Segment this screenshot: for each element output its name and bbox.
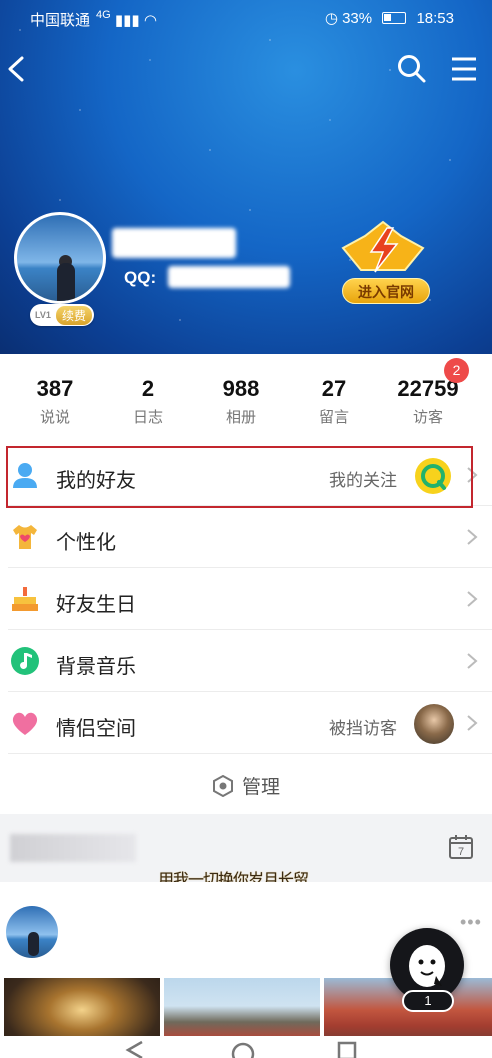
network-type: 4G [96, 9, 111, 21]
status-right: ◷ 33% 18:53 [325, 9, 454, 27]
calendar-icon[interactable]: 7 [448, 834, 474, 860]
stat-number: 2 [141, 376, 155, 401]
stat-label: 访客 [412, 409, 443, 426]
visitor-avatar [414, 704, 454, 744]
menu-label: 个性化 [56, 532, 116, 554]
manage-button[interactable]: 管理 [0, 756, 492, 814]
chevron-right-icon [467, 653, 478, 669]
calendar-day: 7 [458, 846, 464, 858]
nav-back-icon[interactable] [122, 1040, 146, 1058]
menu-label: 好友生日 [56, 594, 136, 616]
row-divider [8, 753, 492, 754]
menu-label: 情侣空间 [56, 718, 136, 740]
status-left: 中国联通 4G ▮▮▮ ◠ [30, 9, 157, 30]
back-icon[interactable] [2, 52, 32, 86]
battery-icon [382, 12, 407, 24]
nickname-redacted [112, 228, 236, 258]
chevron-right-icon [467, 591, 478, 607]
visitor-notification-badge: 2 [444, 358, 469, 383]
wifi-icon: ◠ [143, 12, 157, 29]
manage-label: 管理 [241, 777, 280, 798]
chevron-right-icon [467, 529, 478, 545]
carrier-name: 中国联通 [30, 12, 91, 29]
blocked-visitors-link[interactable]: 被挡访客 [329, 714, 397, 739]
hexagon-settings-icon [212, 774, 233, 797]
stat-visitors[interactable]: 22759 访客 [380, 376, 476, 427]
renew-button[interactable]: 续费 [56, 306, 93, 325]
signal-icon: ▮▮▮ [114, 12, 140, 29]
stat-number: 387 [36, 376, 74, 401]
nav-recents-icon[interactable] [336, 1040, 358, 1058]
clock: 18:53 [416, 10, 454, 27]
level-badge[interactable]: LV1 续费 [30, 304, 94, 326]
menu-icon[interactable] [448, 52, 480, 86]
profile-avatar[interactable] [14, 212, 106, 304]
floating-count-badge: 1 [402, 990, 454, 1012]
level-text: LV1 [35, 310, 51, 320]
qq-label: QQ: [124, 268, 157, 287]
birthday-cake-icon [12, 587, 38, 611]
stat-messages[interactable]: 27 留言 [286, 376, 382, 427]
battery-percent: 33% [342, 10, 373, 27]
stat-diary[interactable]: 2 日志 [100, 376, 196, 427]
system-nav-bar [0, 1036, 492, 1058]
tshirt-icon [13, 525, 37, 549]
my-follows-link[interactable]: 我的关注 [329, 466, 397, 491]
heart-icon [12, 712, 38, 735]
stat-label: 留言 [318, 409, 349, 426]
stat-moments[interactable]: 387 说说 [7, 376, 103, 427]
profile-menu: 我的好友 我的关注 个性化 好友生日 背景音乐 情侣空间 被挡访客 管理 [0, 444, 492, 814]
stat-number: 988 [222, 376, 260, 401]
menu-label: 背景音乐 [56, 656, 136, 678]
enter-official-site-button[interactable]: 进入官网 [342, 278, 430, 304]
manage-inner: 管理 [0, 756, 492, 799]
menu-item-friends[interactable]: 我的好友 我的关注 [0, 444, 492, 506]
stat-label: 说说 [39, 409, 70, 426]
avatar-figure [57, 263, 75, 301]
stat-albums[interactable]: 988 相册 [193, 376, 289, 427]
menu-item-couple[interactable]: 情侣空间 被挡访客 [0, 692, 492, 754]
stat-label: 日志 [132, 409, 163, 426]
chevron-right-icon [467, 715, 478, 731]
menu-item-birthday[interactable]: 好友生日 [0, 568, 492, 630]
stat-number: 27 [321, 376, 347, 401]
menu-item-personalize[interactable]: 个性化 [0, 506, 492, 568]
nav-home-icon[interactable] [230, 1040, 256, 1058]
menu-label: 我的好友 [56, 470, 136, 492]
friends-person-icon [13, 463, 37, 488]
profile-header: 中国联通 4G ▮▮▮ ◠ ◷ 33% 18:53 LV1 续费 QQ: 进入官… [0, 0, 492, 354]
post-author-avatar[interactable] [6, 906, 58, 958]
search-icon[interactable] [396, 52, 428, 86]
alarm-icon: ◷ [324, 10, 338, 27]
music-note-icon [11, 647, 39, 675]
qq-music-icon [415, 458, 451, 494]
qq-number-redacted [168, 266, 290, 288]
feed-text-redacted [10, 834, 136, 862]
chevron-right-icon [467, 467, 478, 483]
status-bar: 中国联通 4G ▮▮▮ ◠ ◷ 33% 18:53 [0, 0, 492, 34]
stat-label: 相册 [225, 409, 256, 426]
avatar-figure [28, 932, 39, 956]
stats-bar: 387 说说 2 日志 988 相册 27 留言 22759 访客 [0, 354, 492, 444]
menu-item-music[interactable]: 背景音乐 [0, 630, 492, 692]
